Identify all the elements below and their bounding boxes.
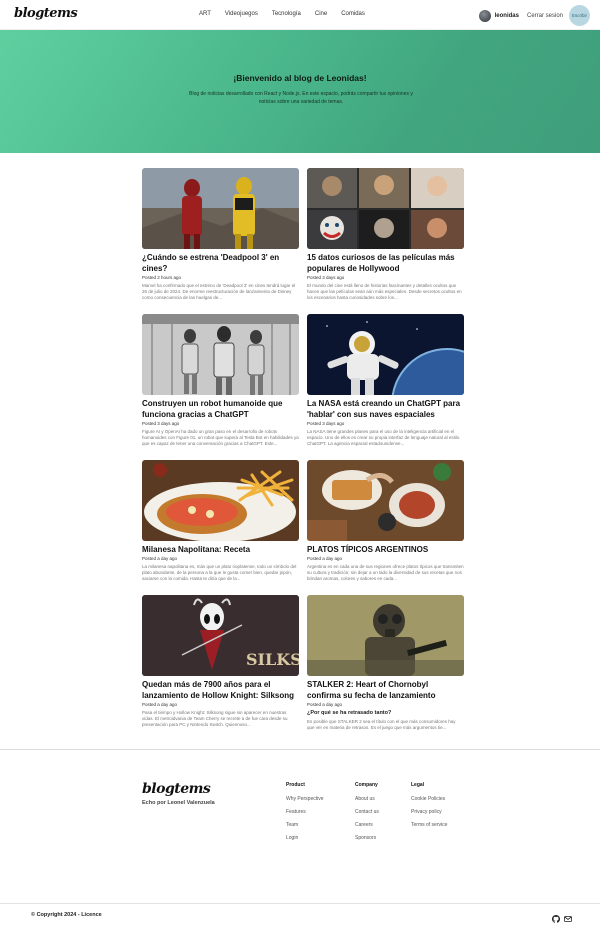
footer-link[interactable]: Terms of service <box>411 822 447 828</box>
footer-link[interactable]: Login <box>286 835 324 841</box>
post-excerpt: La milanesa napolitana es, más que un pl… <box>142 564 297 581</box>
post-excerpt: Marvel ha confirmado que el estreno de '… <box>142 283 296 300</box>
user-menu: leonidas Cerrar sesion Escribir <box>478 5 590 26</box>
footer-link[interactable]: Cookie Policies <box>411 796 447 802</box>
post-thumbnail[interactable]: SILKSONG <box>142 595 299 676</box>
copyright-text: © Copyright 2024 - Licence <box>31 912 102 918</box>
post-card[interactable]: La NASA está creando un ChatGPT para 'ha… <box>307 314 464 447</box>
nav-item-cine[interactable]: Cine <box>315 11 327 17</box>
main-nav: ART Videojuegos Tecnología Cine Comidas <box>199 11 379 17</box>
social-links <box>552 910 572 928</box>
post-date: Posted 3 days ago <box>307 275 345 280</box>
post-excerpt: Figure AI y OpenAI ha dado un gran paso … <box>142 429 299 446</box>
nav-item-comidas[interactable]: Comidas <box>341 11 365 17</box>
footer-column-company: Company About us Contact us Careers Spon… <box>355 782 379 848</box>
post-thumbnail[interactable] <box>142 168 299 249</box>
footer-divider <box>0 749 600 750</box>
mail-icon[interactable] <box>564 910 572 928</box>
post-card[interactable]: STALKER 2: Heart of Chornobyl confirma s… <box>307 595 464 731</box>
footer-link[interactable]: Features <box>286 809 324 815</box>
post-title[interactable]: ¿Cuándo se estrena 'Deadpool 3' en cines… <box>142 252 299 274</box>
footer-link[interactable]: Contact us <box>355 809 379 815</box>
post-date: Posted 3 days ago <box>142 421 180 426</box>
post-excerpt: Es posible que STALKER 2 sea el título c… <box>307 719 456 730</box>
footer-link[interactable]: Privacy policy <box>411 809 447 815</box>
footer-link[interactable]: Why Perspective <box>286 796 324 802</box>
post-card[interactable]: Construyen un robot humanoide que funcio… <box>142 314 299 447</box>
site-logo[interactable]: blogtems <box>14 6 78 21</box>
post-card[interactable]: PLATOS TÍPICOS ARGENTINOS Posted a day a… <box>307 460 464 582</box>
username: leonidas <box>494 12 519 19</box>
post-card[interactable]: 15 datos curiosos de las películas más p… <box>307 168 464 301</box>
post-date: Posted a day ago <box>142 556 178 561</box>
nav-item-videojuegos[interactable]: Videojuegos <box>225 11 258 17</box>
footer-heading: Product <box>286 782 305 788</box>
post-excerpt: La NASA tiene grandes planes para el uso… <box>307 429 460 446</box>
logout-link[interactable]: Cerrar sesion <box>527 13 563 19</box>
post-subheading: ¿Por qué se ha retrasado tanto? <box>307 710 392 716</box>
footer-link[interactable]: Careers <box>355 822 379 828</box>
post-thumbnail[interactable] <box>307 168 464 249</box>
nav-item-art[interactable]: ART <box>199 11 211 17</box>
footer-link[interactable]: Team <box>286 822 324 828</box>
post-thumbnail[interactable] <box>307 314 464 395</box>
post-thumbnail[interactable] <box>307 460 464 541</box>
post-thumbnail[interactable] <box>142 314 299 395</box>
post-thumbnail[interactable] <box>142 460 299 541</box>
write-post-button[interactable]: Escribir <box>569 5 590 26</box>
post-title[interactable]: La NASA está creando un ChatGPT para 'ha… <box>307 398 464 420</box>
nav-item-tecnologia[interactable]: Tecnología <box>272 11 301 17</box>
post-date: Posted 2 hours ago <box>142 275 182 280</box>
footer-link[interactable]: About us <box>355 796 379 802</box>
post-title[interactable]: Construyen un robot humanoide que funcio… <box>142 398 299 420</box>
post-title[interactable]: STALKER 2: Heart of Chornobyl confirma s… <box>307 679 464 701</box>
user-avatar[interactable] <box>478 9 491 22</box>
post-title[interactable]: Milanesa Napolitana: Receta <box>142 544 299 555</box>
footer-column-legal: Legal Cookie Policies Privacy policy Ter… <box>411 782 447 835</box>
post-excerpt: Pasa el tiempo y Hollow Knight: Silksong… <box>142 710 288 727</box>
post-date: Posted a day ago <box>307 556 343 561</box>
post-date: Posted 3 days ago <box>307 421 345 426</box>
footer-heading: Legal <box>411 782 425 788</box>
svg-text:SILKSONG: SILKSONG <box>246 650 299 669</box>
post-title[interactable]: Quedan más de 7900 años para el lanzamie… <box>142 679 299 701</box>
footer-link[interactable]: Sponsors <box>355 835 379 841</box>
footer-tagline: Echo por Leonel Valenzuela <box>142 800 215 806</box>
post-date: Posted a day ago <box>307 702 343 707</box>
post-card[interactable]: Milanesa Napolitana: Receta Posted a day… <box>142 460 299 582</box>
hero-banner: ¡Bienvenido al blog de Leonidas! Blog de… <box>0 30 600 153</box>
post-excerpt: El mundo del cine está lleno de historia… <box>307 283 462 300</box>
post-card[interactable]: ¿Cuándo se estrena 'Deadpool 3' en cines… <box>142 168 299 301</box>
bottom-divider <box>0 903 600 904</box>
footer-column-product: Product Why Perspective Features Team Lo… <box>286 782 324 848</box>
post-excerpt: Argentina es en cada una de sus regiones… <box>307 564 464 581</box>
hero-description: Blog de noticias desarrollado con React … <box>189 91 413 105</box>
post-card[interactable]: SILKSONG Quedan más de 7900 años para el… <box>142 595 299 728</box>
footer-heading: Company <box>355 782 378 788</box>
top-navbar: blogtems ART Videojuegos Tecnología Cine… <box>0 0 600 30</box>
post-thumbnail[interactable] <box>307 595 464 676</box>
post-date: Posted a day ago <box>142 702 178 707</box>
footer-logo[interactable]: blogtems <box>142 781 211 797</box>
github-icon[interactable] <box>552 910 560 928</box>
hero-title: ¡Bienvenido al blog de Leonidas! <box>233 73 367 83</box>
post-title[interactable]: PLATOS TÍPICOS ARGENTINOS <box>307 544 464 555</box>
post-title[interactable]: 15 datos curiosos de las películas más p… <box>307 252 464 274</box>
